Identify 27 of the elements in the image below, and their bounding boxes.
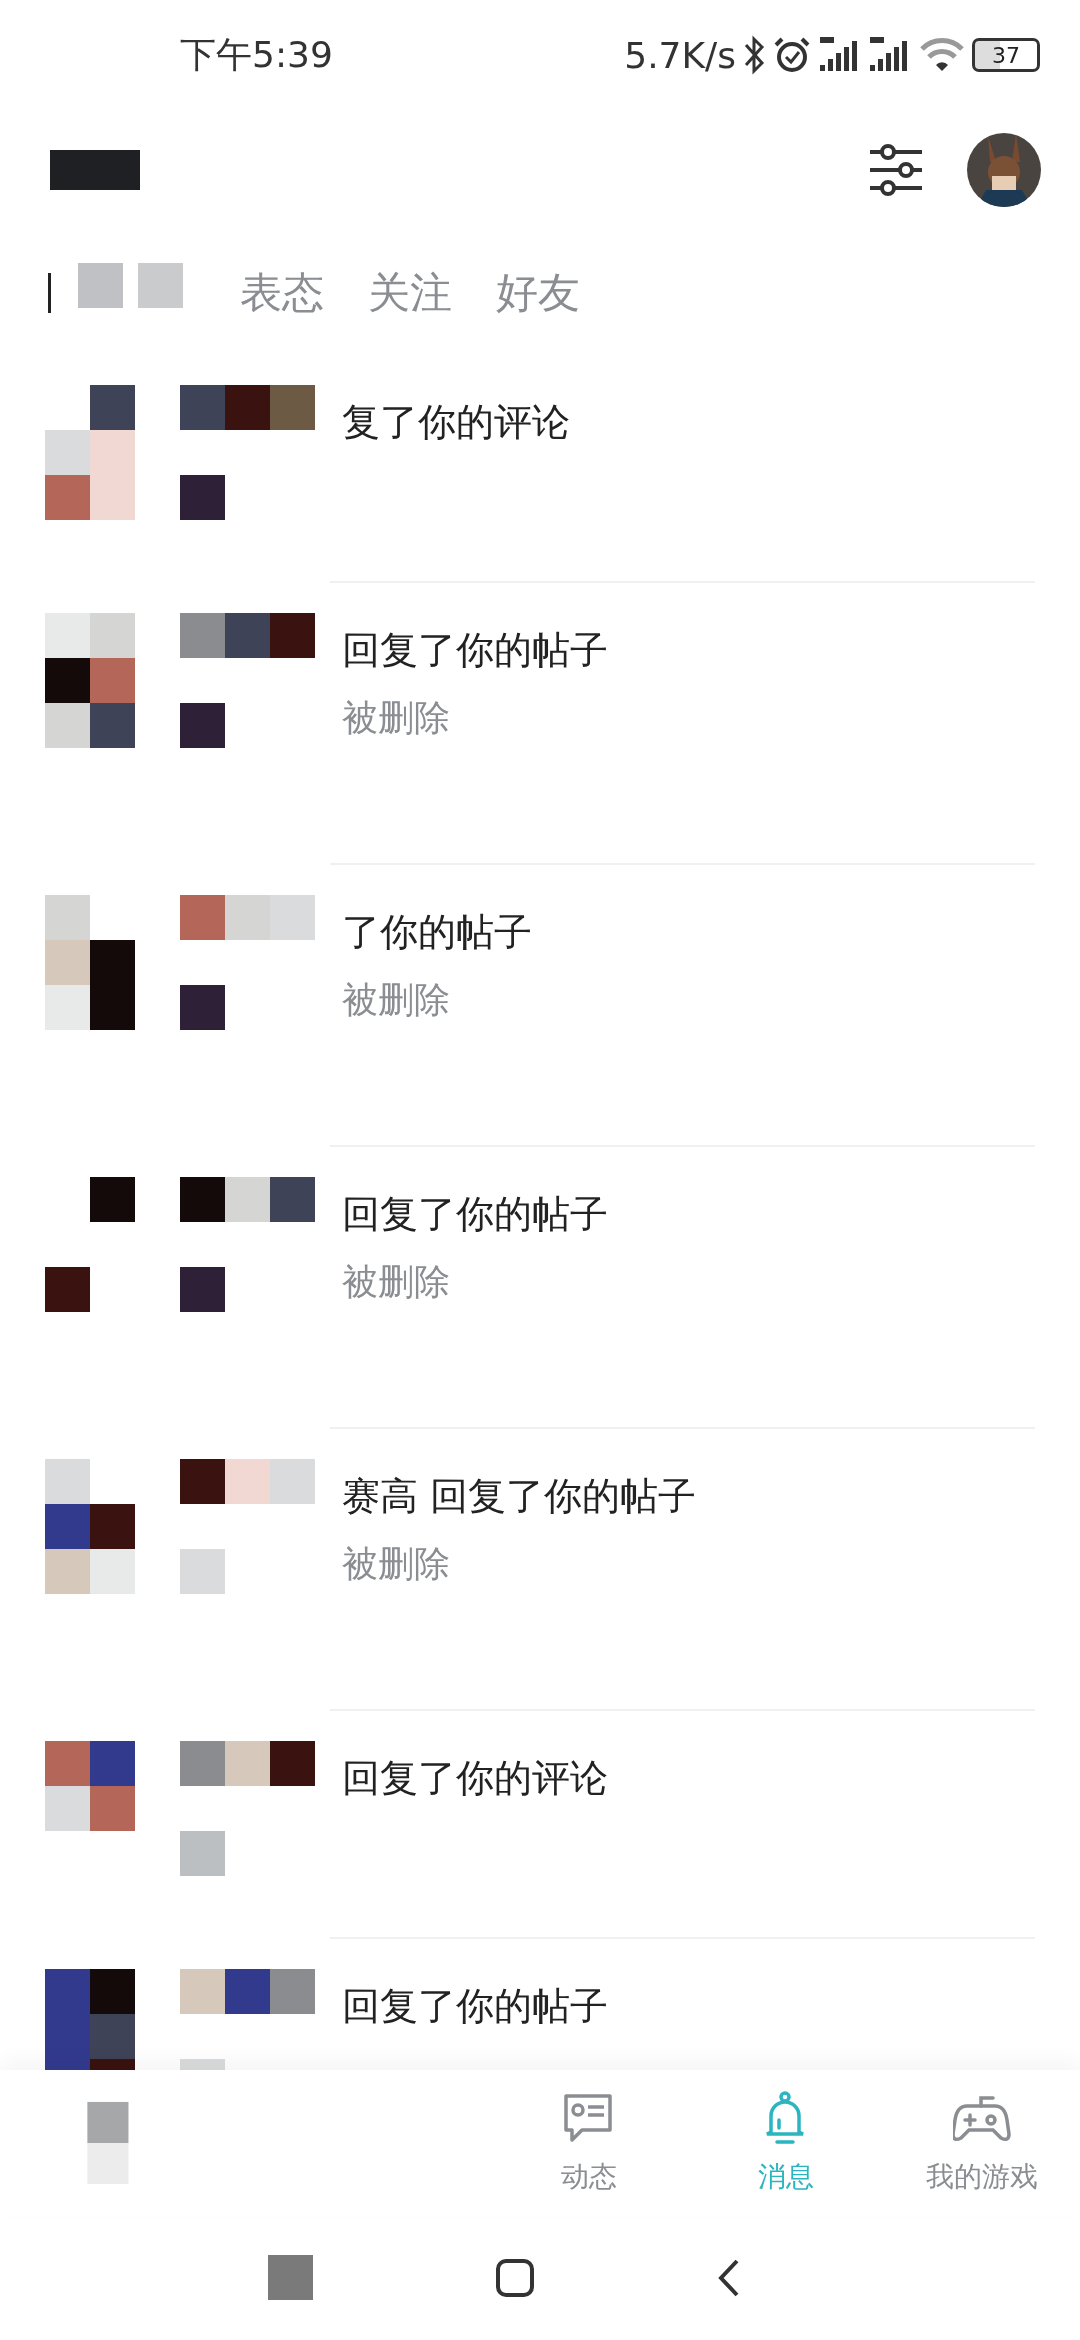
message-title: 赛高 回复了你的帖子: [342, 1473, 698, 1520]
message-title: 回复了你的帖子: [342, 1983, 609, 2030]
message-title: 了你的帖子: [342, 909, 533, 956]
message-title: 回复了你的帖子: [342, 1191, 609, 1238]
tab[interactable]: 表态: [238, 264, 326, 321]
message-title: 回复了你的评论: [342, 1755, 609, 1802]
tab[interactable]: 好友: [494, 264, 582, 321]
message-subtitle: 被删除: [342, 978, 451, 1022]
alarm-icon: [772, 35, 812, 75]
message-subtitle: 被删除: [342, 696, 451, 740]
message-title: 复了你的评论: [342, 399, 571, 446]
clock-time: 下午5:39: [180, 32, 333, 77]
tab[interactable]: 关注: [366, 264, 454, 321]
network-speed: 5.7K/s: [624, 34, 736, 76]
nav-label: 我的游戏: [925, 2158, 1038, 2195]
message-subtitle: 被删除: [342, 1260, 451, 1304]
nav-item[interactable]: 动态: [491, 2089, 688, 2196]
nav-label: 动态: [561, 2158, 618, 2195]
nav-item[interactable]: 消息: [687, 2089, 884, 2196]
battery-level: 37: [992, 42, 1020, 68]
message-subtitle: 被删除: [342, 1542, 451, 1586]
home-icon: [495, 2257, 535, 2298]
back-icon: [717, 2257, 741, 2298]
message-title: 回复了你的帖子: [342, 627, 609, 674]
nav-item[interactable]: 我的游戏: [883, 2089, 1080, 2196]
bluetooth-icon: [742, 35, 766, 75]
nav-label: 消息: [757, 2158, 814, 2195]
